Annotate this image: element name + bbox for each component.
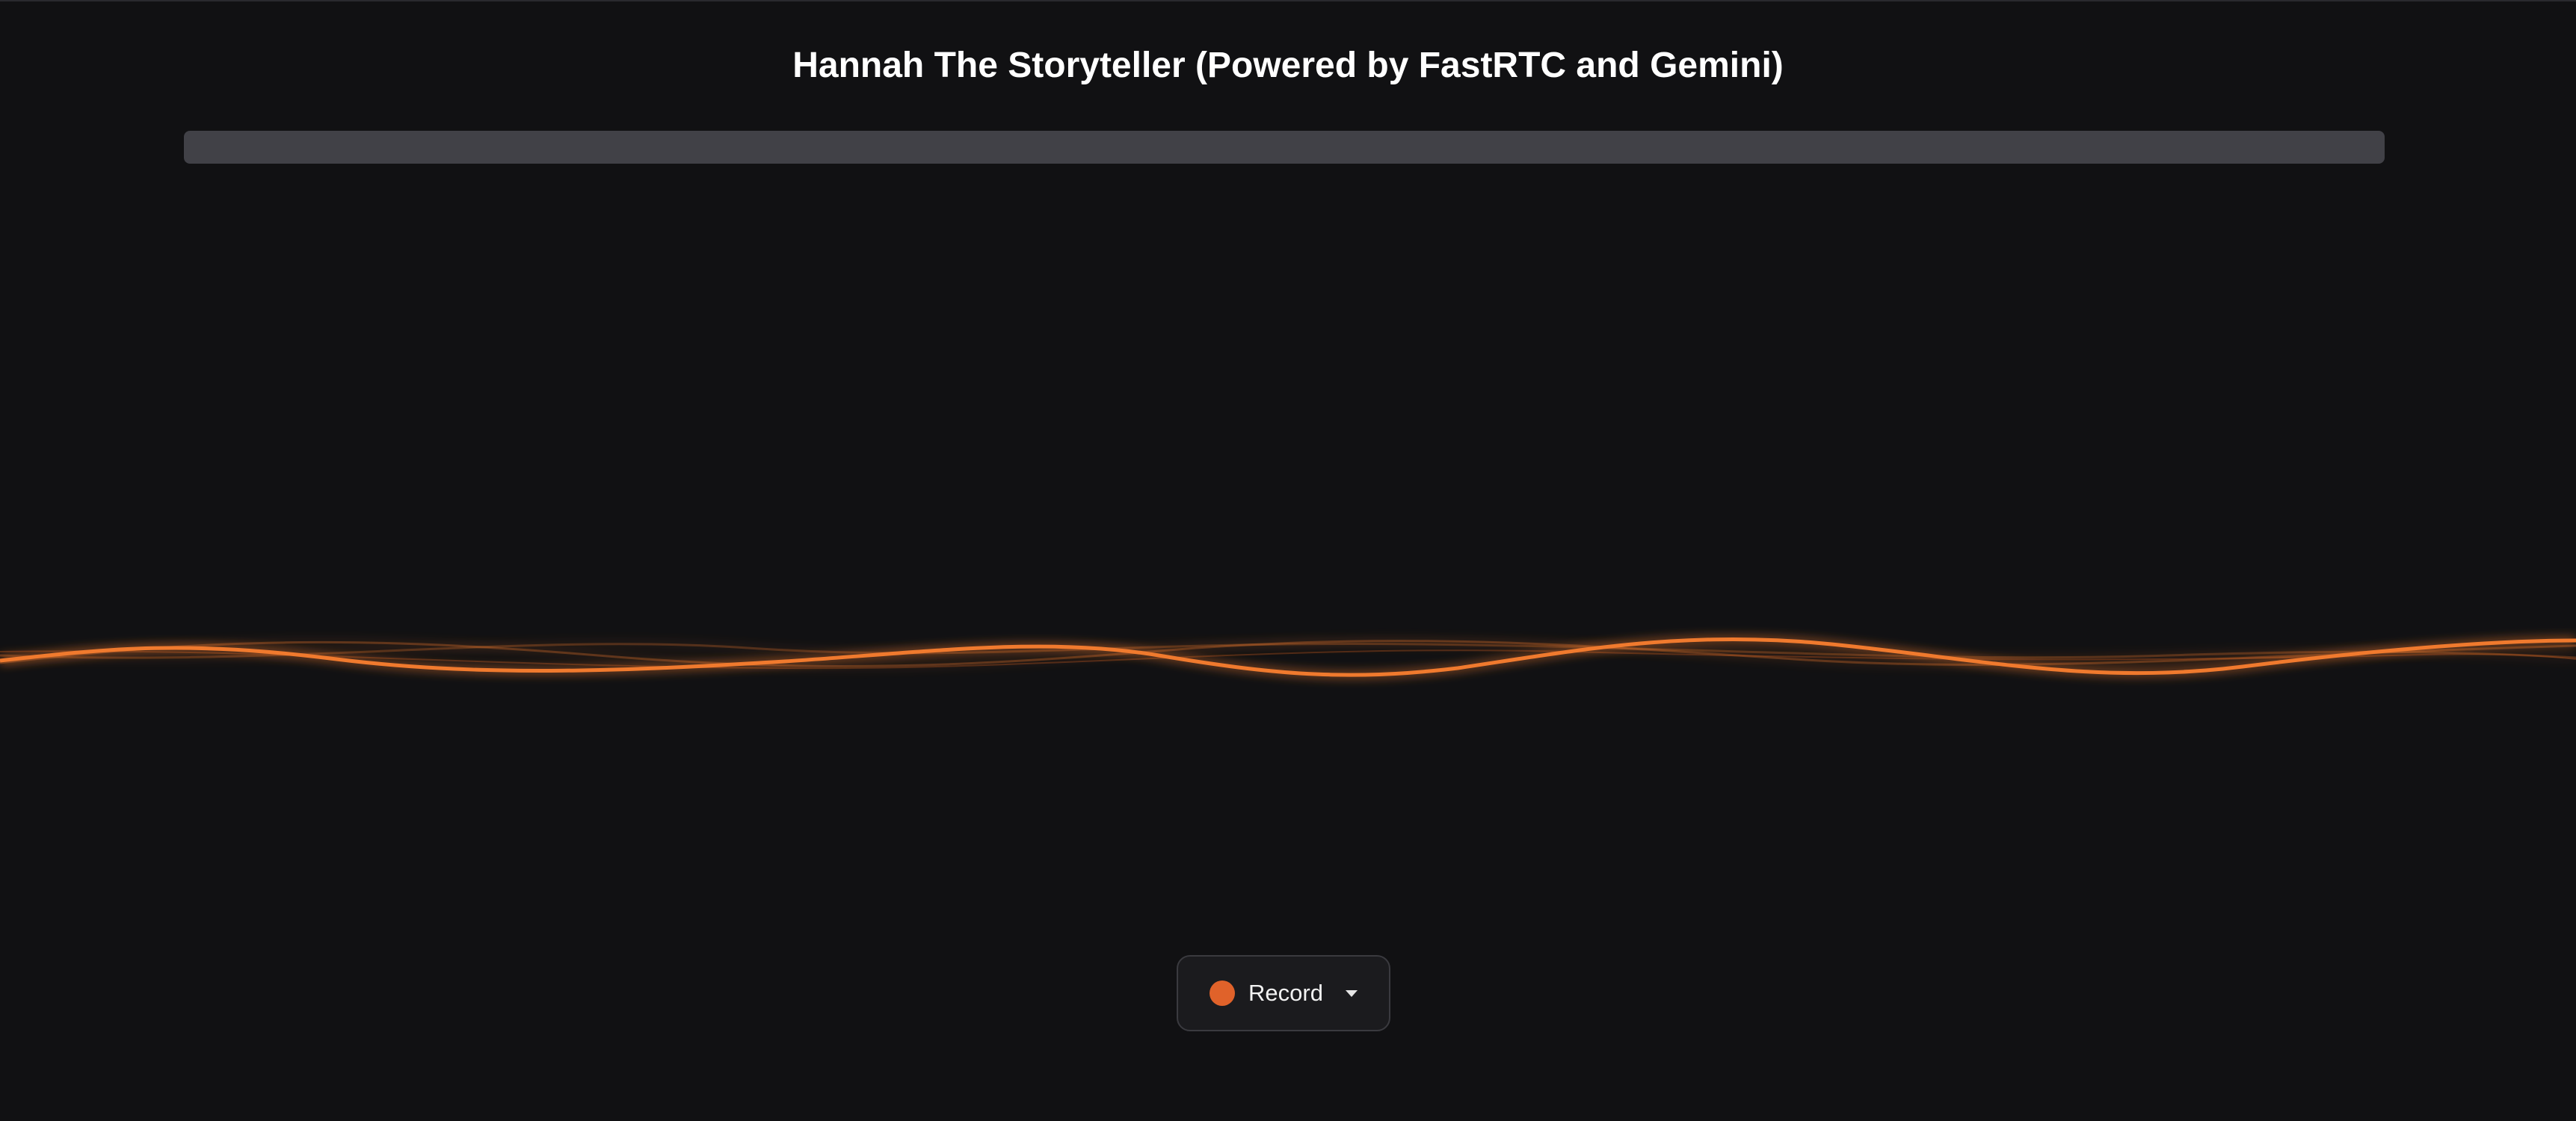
record-button[interactable]: Record: [1177, 955, 1390, 1031]
transcript-bar: [184, 131, 2385, 164]
app-window: Hannah The Storyteller (Powered by FastR…: [0, 0, 2576, 1121]
record-label: Record: [1248, 980, 1323, 1006]
wave-line-faint-2: [0, 642, 2576, 659]
chevron-down-icon[interactable]: [1345, 989, 1358, 997]
audio-waveform: [0, 584, 2576, 719]
record-dot-icon: [1210, 981, 1236, 1006]
page-title: Hannah The Storyteller (Powered by FastR…: [792, 46, 1784, 85]
